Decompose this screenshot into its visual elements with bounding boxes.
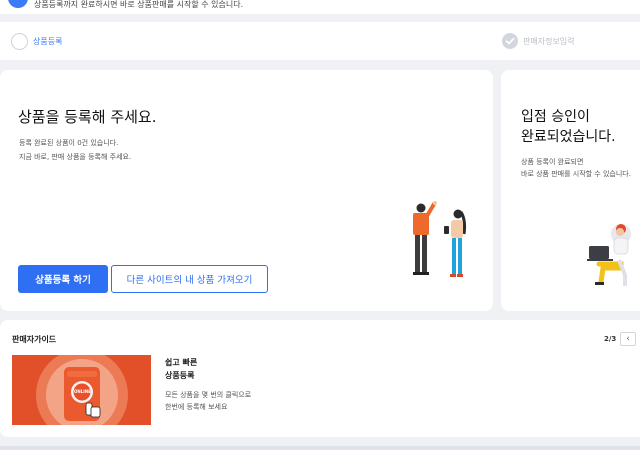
register-product-button[interactable]: 상품등록 하기 xyxy=(18,265,108,293)
guide-body-line2: 한번에 등록해 보세요 xyxy=(165,403,228,411)
guide-heading-line2: 상품등록 xyxy=(165,371,195,380)
notice-bar: 상품등록까지 완료하시면 바로 상품판매를 시작할 수 있습니다. xyxy=(0,0,640,14)
register-product-card: 상품을 등록해 주세요. 등록 완료된 상품이 0건 있습니다. 지금 바로, … xyxy=(0,70,493,311)
guide-heading-line1: 쉽고 빠른 xyxy=(165,358,198,367)
notice-message: 상품등록까지 완료하시면 바로 상품판매를 시작할 수 있습니다. xyxy=(34,0,244,9)
approval-title-line2: 완료되었습니다. xyxy=(521,129,616,145)
people-illustration-icon xyxy=(413,201,467,277)
step-product-registration[interactable]: 상품등록 xyxy=(33,36,62,47)
step-seller-info[interactable]: 판매자정보입력 xyxy=(523,36,575,47)
step-circle-icon xyxy=(11,33,28,50)
guide-pager: 2/3 xyxy=(604,335,617,343)
approval-card: 입점 승인이 완료되었습니다. 상품 등록이 완료되면 바로 상품 판매를 시작… xyxy=(501,70,640,311)
chevron-left-icon[interactable]: ‹ xyxy=(620,332,636,346)
guide-thumbnail[interactable]: ONLINE xyxy=(12,355,151,425)
bottom-divider xyxy=(0,446,640,450)
import-products-button[interactable]: 다른 사이트의 내 상품 가져오기 xyxy=(111,265,268,293)
online-badge-text: ONLINE xyxy=(74,389,91,394)
progress-steps: 상품등록 판매자정보입력 xyxy=(0,22,640,60)
laptop-person-illustration-icon xyxy=(587,224,631,286)
approval-desc-line1: 상품 등록이 완료되면 xyxy=(521,158,584,166)
guide-title: 판매자가이드 xyxy=(12,335,57,344)
guide-body-line1: 모든 상품을 몇 번의 클릭으로 xyxy=(165,391,252,399)
register-title: 상품을 등록해 주세요. xyxy=(18,108,157,126)
register-desc-line2: 지금 바로, 판매 상품을 등록해 주세요. xyxy=(19,153,132,161)
info-icon xyxy=(8,0,28,8)
approval-desc-line2: 바로 상품 판매를 시작할 수 있습니다. xyxy=(521,170,631,178)
step-check-icon xyxy=(502,33,518,49)
approval-title-line1: 입점 승인이 xyxy=(521,109,590,125)
seller-guide-card: 판매자가이드 2/3 ‹ ONLINE 쉽고 빠른 상품등록 모든 상품을 몇 … xyxy=(0,320,640,437)
register-desc-line1: 등록 완료된 상품이 0건 있습니다. xyxy=(19,139,119,147)
